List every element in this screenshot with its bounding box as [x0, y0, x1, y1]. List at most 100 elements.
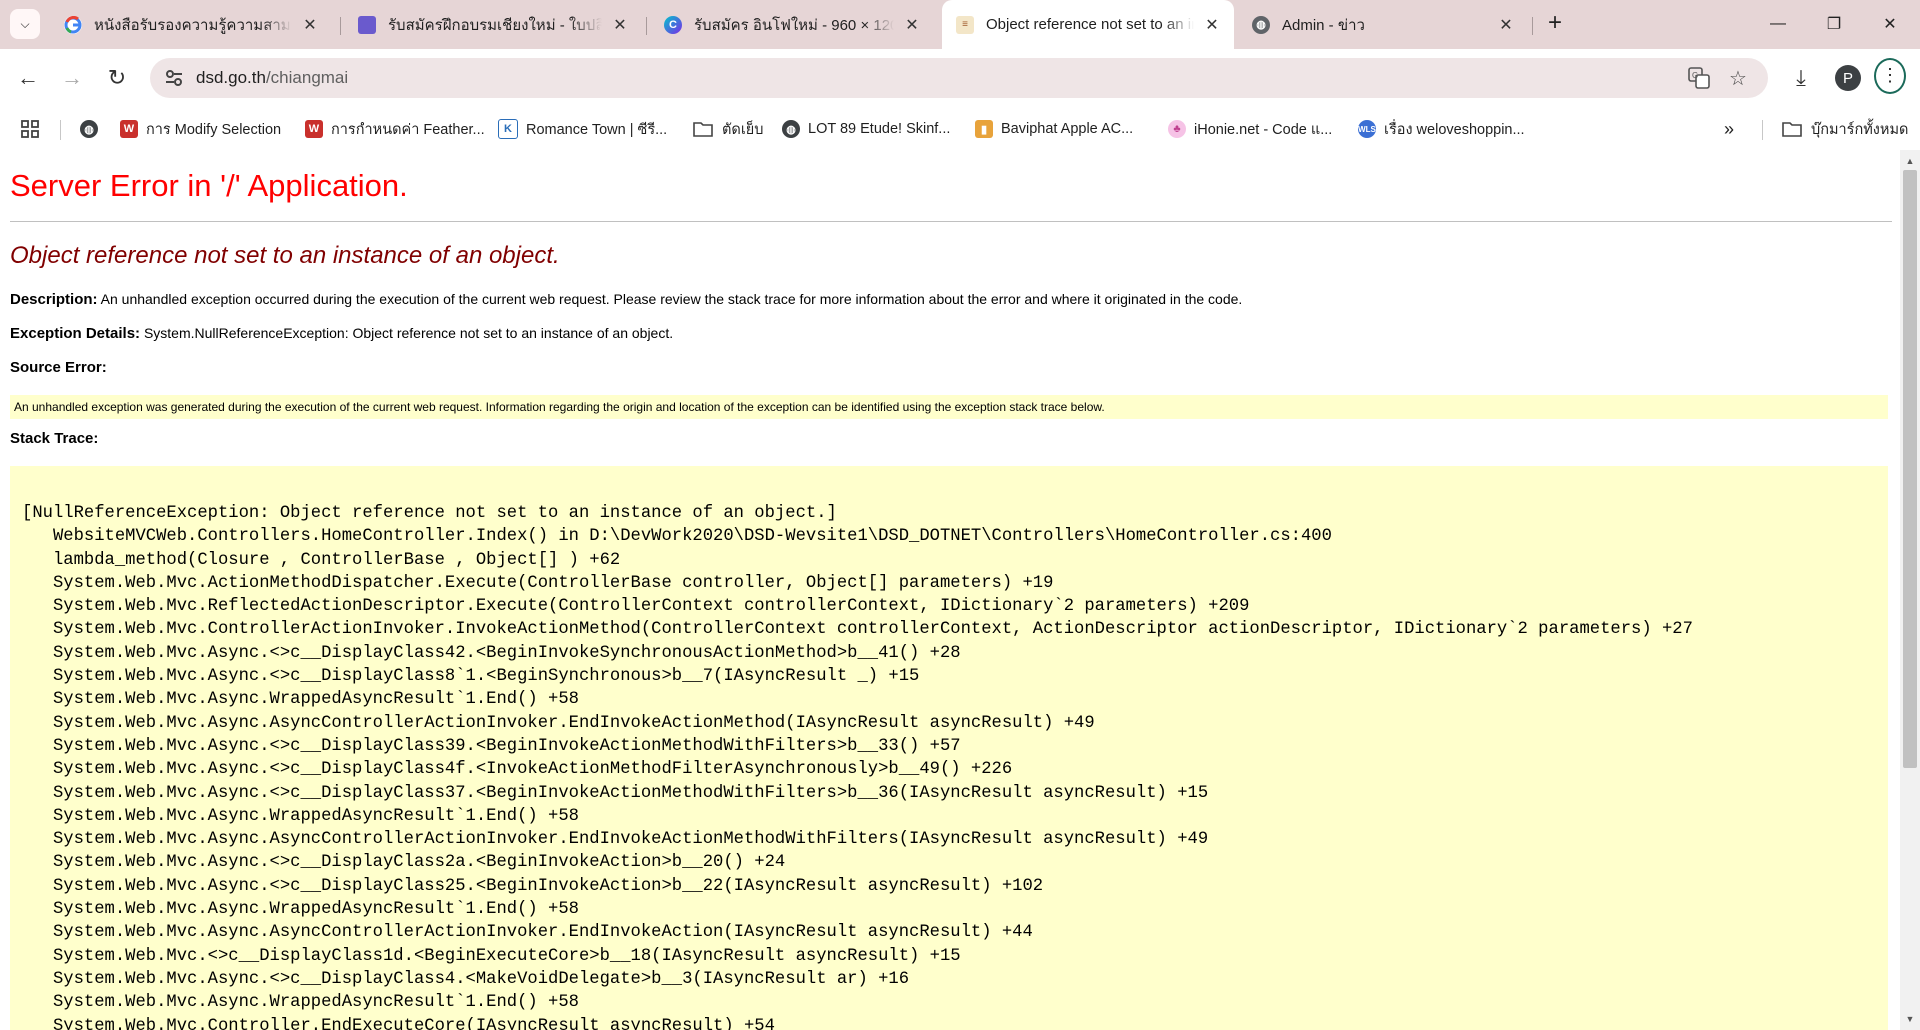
download-button[interactable]: ⤓	[1785, 62, 1817, 94]
chevron-down-icon: ⌵	[20, 16, 30, 31]
tab-4[interactable]: ◍ Admin - ข่าว ✕	[1238, 8, 1528, 41]
chevron-double-right-icon: »	[1724, 118, 1735, 139]
reload-button[interactable]: ↻	[100, 61, 134, 95]
bookmark-star-icon[interactable]: ☆	[1726, 66, 1750, 90]
translate-icon[interactable]: G	[1687, 66, 1711, 90]
url-path: /chiangmai	[265, 68, 349, 87]
page-title: Server Error in '/' Application.	[10, 168, 408, 203]
tab-divider	[1532, 17, 1533, 35]
tab-1[interactable]: รับสมัครฝึกอบรมเชียงใหม่ - ใบปลิว (A4) ✕	[344, 8, 642, 41]
w-icon: W	[305, 120, 323, 138]
aspnet-icon: ≡	[956, 15, 974, 34]
forward-button[interactable]: →	[55, 61, 89, 95]
bookmarks-divider	[1762, 120, 1763, 140]
close-icon: ✕	[1883, 16, 1897, 33]
close-window-button[interactable]: ✕	[1862, 0, 1918, 48]
bookmark-folder[interactable]: ตัดเย็บ	[693, 117, 764, 141]
tab-0[interactable]: หนังสือรับรองความรู้ความสามารถ - ค้นหา ✕	[50, 8, 332, 41]
vertical-scrollbar[interactable]: ▲ ▼	[1900, 150, 1920, 1030]
arrow-right-icon: →	[61, 65, 83, 90]
profile-button[interactable]: P	[1832, 62, 1864, 94]
tab-2[interactable]: C รับสมัคร อินโฟใหม่ - 960 × 1200px ✕	[650, 8, 934, 41]
address-bar[interactable]: dsd.go.th/chiangmai G ☆	[150, 58, 1768, 98]
description-text: An unhandled exception occurred during t…	[100, 291, 1243, 307]
tab-divider	[646, 17, 647, 35]
description-label: Description:	[10, 291, 98, 308]
bookmark-item[interactable]: K Romance Town | ซีรี...	[498, 117, 667, 141]
error-message: Object reference not set to an instance …	[10, 242, 560, 269]
bookmark-label: การ Modify Selection	[146, 121, 282, 138]
wls-icon: WLS	[1358, 120, 1376, 138]
w-icon: W	[120, 120, 138, 138]
close-icon[interactable]: ✕	[300, 15, 320, 35]
close-icon[interactable]: ✕	[902, 15, 922, 35]
kebab-menu-icon: ⋮	[1874, 58, 1906, 94]
scroll-down-icon[interactable]: ▼	[1900, 1010, 1920, 1028]
bookmark-item[interactable]: ◍ LOT 89 Etude! Skinf...	[782, 117, 950, 141]
k-icon: K	[498, 119, 518, 139]
reload-icon: ↻	[107, 65, 127, 90]
svg-text:G: G	[1692, 71, 1698, 80]
folder-icon	[1782, 122, 1802, 137]
bookmarks-bar: ◍ W การ Modify Selection W การกำหนดค่า F…	[0, 108, 1920, 150]
back-button[interactable]: ←	[11, 61, 45, 95]
scroll-up-icon[interactable]: ▲	[1900, 152, 1920, 170]
google-icon	[64, 15, 82, 34]
bookmark-label: บุ๊กมาร์กทั้งหมด	[1811, 121, 1909, 138]
bookmark-item[interactable]: ◍	[80, 117, 106, 141]
canva-icon: C	[664, 15, 682, 34]
source-error-box: An unhandled exception was generated dur…	[10, 395, 1888, 419]
globe-icon: ◍	[80, 120, 98, 138]
plus-icon: +	[1547, 9, 1562, 36]
tab-title: รับสมัคร อินโฟใหม่ - 960 × 1200px	[694, 16, 894, 34]
all-bookmarks-button[interactable]: บุ๊กมาร์กทั้งหมด	[1782, 117, 1908, 141]
exception-text: System.NullReferenceException: Object re…	[143, 325, 674, 341]
tab-divider	[340, 17, 341, 35]
site-settings-icon[interactable]	[164, 68, 184, 88]
page-content: Server Error in '/' Application. Object …	[0, 150, 1900, 1030]
tab-strip: ⌵ หนังสือรับรองความรู้ความสามารถ - ค้นหา…	[0, 0, 1920, 49]
bookmark-item[interactable]: ♣ iHonie.net - Code แ...	[1168, 117, 1332, 141]
close-icon[interactable]: ✕	[1202, 15, 1222, 35]
source-error-line: Source Error:	[10, 359, 107, 376]
bookmark-item[interactable]: ▮ Baviphat Apple AC...	[975, 117, 1133, 141]
toolbar: ← → ↻ dsd.go.th/chiangmai G ☆ ⤓ P ⋮	[0, 49, 1920, 108]
bag-icon: ▮	[975, 120, 993, 138]
bookmark-label: iHonie.net - Code แ...	[1194, 121, 1333, 138]
stack-trace-box: [NullReferenceException: Object referenc…	[10, 466, 1888, 1030]
tab-search-button[interactable]: ⌵	[10, 9, 40, 39]
bookmark-label: Romance Town | ซีรี...	[526, 121, 668, 138]
close-icon[interactable]: ✕	[1496, 15, 1516, 35]
stack-trace-text: [NullReferenceException: Object referenc…	[22, 504, 1693, 1030]
bookmark-item[interactable]: W การ Modify Selection	[120, 117, 281, 141]
download-icon: ⤓	[1796, 65, 1806, 90]
exception-line: Exception Details: System.NullReferenceE…	[10, 325, 673, 342]
tab-3[interactable]: ≡ Object reference not set to an instanc…	[942, 0, 1234, 49]
exception-label: Exception Details:	[10, 325, 141, 342]
apps-grid-icon	[21, 120, 39, 138]
close-icon[interactable]: ✕	[610, 15, 630, 35]
restore-icon: ❐	[1826, 16, 1842, 33]
new-tab-button[interactable]: +	[1540, 9, 1570, 39]
bookmark-label: เรื่อง weloveshoppin...	[1384, 121, 1525, 138]
avatar: P	[1835, 65, 1861, 91]
minimize-button[interactable]: —	[1750, 0, 1806, 48]
canva-doc-icon	[358, 15, 376, 34]
divider	[10, 221, 1892, 222]
apps-button[interactable]	[21, 117, 39, 141]
source-error-label: Source Error:	[10, 359, 107, 376]
bookmark-item[interactable]: WLS เรื่อง weloveshoppin...	[1358, 117, 1525, 141]
tab-title: Object reference not set to an instance	[986, 16, 1194, 33]
bookmark-item[interactable]: W การกำหนดค่า Feather...	[305, 117, 485, 141]
url-text[interactable]: dsd.go.th/chiangmai	[196, 68, 348, 88]
scrollbar-thumb[interactable]	[1903, 170, 1917, 768]
arrow-left-icon: ←	[17, 65, 39, 90]
restore-button[interactable]: ❐	[1806, 0, 1862, 48]
tab-title: รับสมัครฝึกอบรมเชียงใหม่ - ใบปลิว (A4)	[388, 16, 602, 34]
bookmark-label: LOT 89 Etude! Skinf...	[808, 121, 951, 137]
bookmark-label: การกำหนดค่า Feather...	[331, 121, 485, 138]
more-bookmarks-button[interactable]: »	[1724, 117, 1734, 141]
folder-icon	[693, 122, 713, 137]
chrome-menu-button[interactable]: ⋮	[1874, 58, 1906, 94]
globe-icon: ◍	[1252, 15, 1270, 34]
